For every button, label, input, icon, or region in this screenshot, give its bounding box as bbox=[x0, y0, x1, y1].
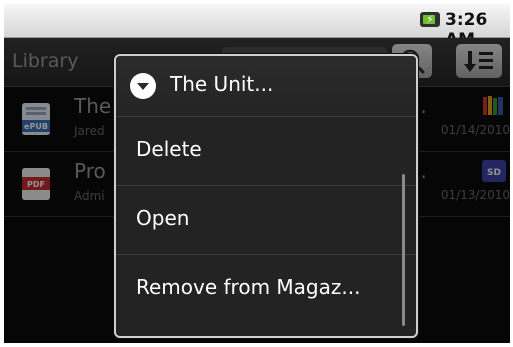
menu-item-remove-from-magazine[interactable]: Remove from Magaz... bbox=[116, 255, 416, 323]
menu-scrollbar[interactable] bbox=[402, 174, 405, 326]
menu-item-open[interactable]: Open bbox=[116, 186, 416, 255]
menu-item-label: Delete bbox=[136, 137, 202, 161]
context-menu: The Unit... Delete Open Remove from Maga… bbox=[114, 54, 418, 338]
menu-item-label: Open bbox=[136, 206, 190, 230]
menu-title: The Unit... bbox=[170, 72, 274, 96]
dropdown-circle-icon bbox=[130, 73, 156, 99]
app-screen: ⚡ 3:26 AM Library bbox=[4, 4, 510, 343]
menu-item-label: Remove from Magaz... bbox=[136, 275, 361, 299]
menu-item-delete[interactable]: Delete bbox=[116, 117, 416, 186]
battery-icon: ⚡ bbox=[420, 12, 440, 27]
menu-header: The Unit... bbox=[116, 56, 416, 117]
status-bar: ⚡ 3:26 AM bbox=[4, 4, 510, 50]
